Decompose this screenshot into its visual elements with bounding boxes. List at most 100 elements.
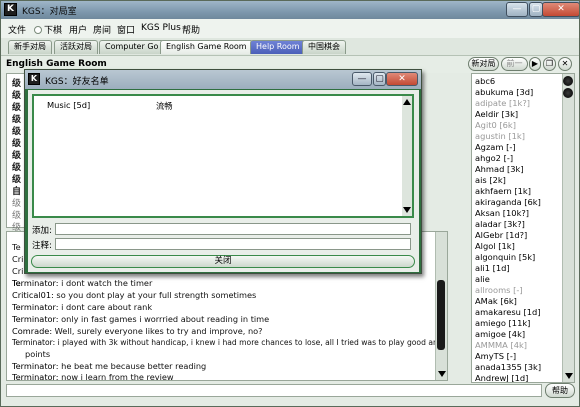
new-game-button[interactable]: 新对局 bbox=[468, 57, 499, 71]
user-list-item[interactable]: alie bbox=[475, 274, 490, 284]
menu-play-label: 下棋 bbox=[44, 26, 63, 36]
user-list-item[interactable]: AMak [6k] bbox=[475, 296, 517, 306]
add-friend-input[interactable] bbox=[55, 223, 411, 235]
scroll-down-icon[interactable] bbox=[565, 373, 573, 379]
user-list-item[interactable]: AMMMA [4k] bbox=[475, 340, 527, 350]
user-list[interactable]: abc6 abukuma [3d] adipate [1k?] Aeldir [3k]… bbox=[471, 73, 575, 383]
friend-list[interactable]: Music [5d] 流畅 bbox=[32, 94, 414, 218]
chat-scroll-thumb[interactable] bbox=[437, 280, 445, 350]
dialog-close-button[interactable]: 关闭 bbox=[31, 255, 415, 268]
prev-button[interactable]: 前一 bbox=[501, 57, 528, 71]
chat-speaker: Terminator: bbox=[12, 314, 59, 324]
close-icon: ✕ bbox=[398, 74, 406, 84]
user-list-item[interactable]: anada1355 [3k] bbox=[475, 362, 541, 372]
add-label: 添加: bbox=[32, 226, 52, 236]
user-list-item[interactable]: algonquin [5k] bbox=[475, 252, 535, 262]
minimize-icon: — bbox=[357, 74, 367, 84]
tab-chinese-club[interactable]: 中国棋会 bbox=[302, 40, 346, 54]
chat-line: Terminator: now i learn from the review bbox=[12, 372, 174, 380]
chat-text: i played with 3k without handicap, i kne… bbox=[55, 338, 448, 347]
menu-play[interactable]: 下棋 bbox=[34, 23, 62, 36]
user-list-item[interactable]: aladar [3k?] bbox=[475, 219, 525, 229]
chat-line: points bbox=[25, 349, 50, 359]
user-list-item[interactable]: amiego [11k] bbox=[475, 318, 530, 328]
chat-line: Terminator: i played with 3k without han… bbox=[12, 338, 448, 348]
user-list-item[interactable]: Algol [1k] bbox=[475, 241, 515, 251]
dialog-minimize-button[interactable]: — bbox=[352, 72, 372, 86]
tab-active-games[interactable]: 活跃对局 bbox=[54, 40, 98, 54]
chat-input[interactable] bbox=[6, 384, 542, 397]
user-list-item[interactable]: agustin [1k] bbox=[475, 131, 525, 141]
user-list-item[interactable]: Aeldir [3k] bbox=[475, 109, 518, 119]
menu-kgs-plus[interactable]: KGS Plus bbox=[141, 23, 181, 33]
chat-line: Terminator: i dont care about rank bbox=[12, 302, 152, 312]
scroll-up-icon[interactable] bbox=[563, 76, 573, 86]
menu-rooms[interactable]: 房间 bbox=[93, 23, 111, 36]
user-list-item[interactable]: Agzam [-] bbox=[475, 142, 516, 152]
user-list-item[interactable]: AndrewJ [1d] bbox=[475, 373, 528, 382]
user-list-item[interactable]: abukuma [3d] bbox=[475, 87, 533, 97]
tab-beginner[interactable]: 新手对局 bbox=[8, 40, 52, 54]
friend-list-scrollbar[interactable] bbox=[402, 96, 412, 216]
note-input[interactable] bbox=[55, 238, 411, 250]
menu-help[interactable]: 帮助 bbox=[182, 23, 200, 36]
user-list-item[interactable]: amigoe [4k] bbox=[475, 329, 525, 339]
chat-speaker: Terminator: bbox=[12, 338, 56, 347]
chat-text: points bbox=[25, 349, 51, 359]
chat-text: so you dont play at your full strength s… bbox=[53, 290, 257, 300]
scroll-down-icon[interactable] bbox=[403, 207, 411, 213]
dialog-title-bar[interactable]: K KGS：好友名单 — ▢ ✕ bbox=[25, 70, 421, 89]
dialog-maximize-button[interactable]: ▢ bbox=[373, 72, 386, 86]
chat-scrollbar[interactable] bbox=[435, 232, 447, 380]
chat-text: he beat me because better reading bbox=[58, 361, 207, 371]
user-list-item[interactable]: ahgo2 [-] bbox=[475, 153, 513, 163]
user-list-item[interactable]: abc6 bbox=[475, 76, 495, 86]
note-label: 注释: bbox=[32, 241, 52, 251]
menu-users[interactable]: 用户 bbox=[69, 23, 87, 36]
maximize-button[interactable]: ▢ bbox=[529, 2, 543, 17]
user-list-item[interactable]: allrooms [-] bbox=[475, 285, 523, 295]
detach-button[interactable]: ❐ bbox=[543, 57, 556, 71]
tab-computer-go[interactable]: Computer Go bbox=[99, 40, 165, 54]
close-window-button[interactable]: ✕ bbox=[542, 2, 579, 17]
close-room-button[interactable]: ✕ bbox=[558, 57, 572, 71]
close-icon: ✕ bbox=[557, 4, 565, 14]
user-list-item[interactable]: akhfaern [1k] bbox=[475, 186, 531, 196]
chat-text: i dont watch the timer bbox=[58, 278, 153, 288]
tab-help-room[interactable]: Help Room bbox=[250, 40, 306, 54]
user-list-item[interactable]: Aksan [10k?] bbox=[475, 208, 529, 218]
chat-line: Comrade: Well, surely everyone likes to … bbox=[12, 326, 263, 336]
scroll-thumb-icon[interactable] bbox=[563, 88, 573, 98]
user-list-item[interactable]: amakaresu [1d] bbox=[475, 307, 541, 317]
close-icon: ✕ bbox=[561, 59, 569, 68]
chat-line: Terminator: i dont watch the timer bbox=[12, 278, 152, 288]
dialog-body: Music [5d] 流畅 添加: 注释: 关闭 bbox=[28, 90, 419, 272]
chat-line-stub: Cri bbox=[12, 254, 24, 264]
menu-window[interactable]: 窗口 bbox=[117, 23, 135, 36]
user-list-item[interactable]: Ahmad [3k] bbox=[475, 164, 524, 174]
scroll-down-icon[interactable] bbox=[438, 371, 446, 377]
user-list-item[interactable]: ais [2k] bbox=[475, 175, 506, 185]
user-list-item[interactable]: adipate [1k?] bbox=[475, 98, 530, 108]
dialog-close-x-button[interactable]: ✕ bbox=[386, 72, 418, 86]
play-icon: ▶ bbox=[531, 59, 539, 68]
title-bar[interactable]: K KGS：对局室 — ▢ ✕ bbox=[1, 1, 579, 19]
user-list-item[interactable]: ali1 [1d] bbox=[475, 263, 510, 273]
user-list-item[interactable]: akiraganda [6k] bbox=[475, 197, 541, 207]
user-list-scrollbar[interactable] bbox=[562, 74, 574, 382]
user-list-item[interactable]: AmyTS [-] bbox=[475, 351, 516, 361]
chat-speaker: Terminator: bbox=[12, 302, 59, 312]
tab-english-game-room[interactable]: English Game Room bbox=[160, 40, 253, 54]
minimize-icon: — bbox=[512, 4, 522, 14]
user-list-item[interactable]: AlGebr [1d?] bbox=[475, 230, 527, 240]
friend-name[interactable]: Music [5d] bbox=[47, 100, 90, 110]
chat-text: only in fast games i worrried about read… bbox=[58, 314, 270, 324]
minimize-button[interactable]: — bbox=[506, 2, 528, 17]
user-list-item[interactable]: Agit0 [6k] bbox=[475, 120, 516, 130]
menu-file[interactable]: 文件 bbox=[8, 23, 26, 36]
chat-line: Critical01: so you dont play at your ful… bbox=[12, 290, 256, 300]
kgs-app-icon: K bbox=[28, 73, 40, 85]
play-button[interactable]: ▶ bbox=[529, 57, 541, 71]
help-button[interactable]: 帮助 bbox=[545, 383, 575, 398]
scroll-up-icon[interactable] bbox=[403, 99, 411, 105]
